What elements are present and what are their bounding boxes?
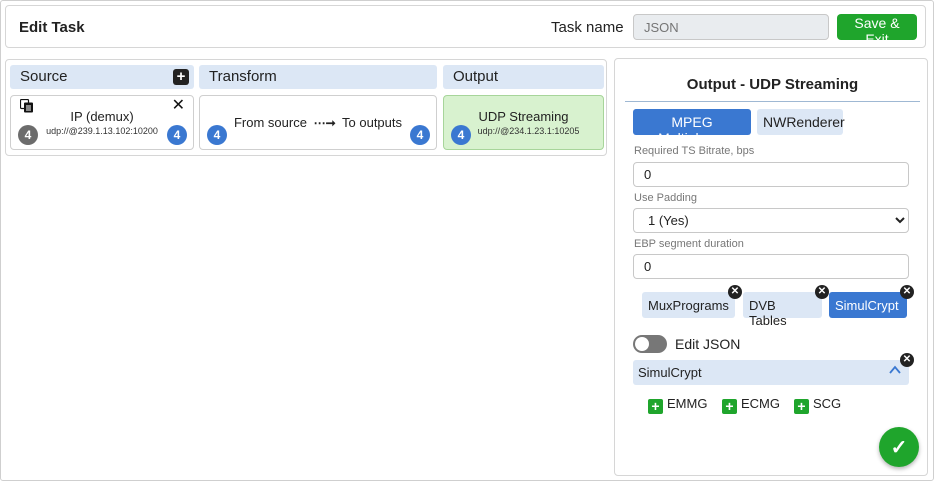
- remove-chip-icon[interactable]: ✕: [815, 285, 829, 299]
- source-column-header: Source +: [10, 65, 194, 89]
- chip-dvb-tables[interactable]: DVB Tables ✕: [743, 285, 829, 328]
- chevron-up-icon[interactable]: [889, 363, 901, 377]
- dotted-arrow-icon: ⋯➞: [313, 116, 336, 130]
- tab-mpeg-multiplexer[interactable]: MPEG Multiplexer: [633, 109, 751, 146]
- transform-flow: From source ⋯➞ To outputs: [200, 115, 436, 130]
- output-left-badge: 4: [451, 125, 471, 145]
- bitrate-input[interactable]: [633, 162, 909, 187]
- simulcrypt-accordion-header[interactable]: SimulCrypt: [633, 360, 909, 385]
- remove-chip-icon[interactable]: ✕: [728, 285, 742, 299]
- output-settings-panel: Output - UDP Streaming MPEG Multiplexer …: [614, 58, 928, 476]
- page-title: Edit Task: [19, 19, 85, 36]
- pipeline-area: Source + Transform Output ✕ IP (demux) u…: [5, 59, 607, 156]
- accordion-title: SimulCrypt: [638, 365, 702, 380]
- edit-json-toggle[interactable]: [633, 335, 667, 353]
- source-left-badge: 4: [18, 125, 38, 145]
- toggle-knob: [635, 337, 649, 351]
- task-name-label: Task name: [551, 19, 624, 36]
- panel-title: Output - UDP Streaming: [625, 76, 920, 102]
- edit-json-label: Edit JSON: [675, 336, 741, 352]
- chip-label: SimulCrypt: [835, 298, 899, 313]
- chip-label: MuxPrograms: [648, 298, 729, 313]
- source-card[interactable]: ✕ IP (demux) udp://@239.1.13.102:10200 4…: [10, 95, 194, 150]
- output-name: UDP Streaming: [478, 109, 569, 124]
- chip-simulcrypt[interactable]: SimulCrypt ✕: [829, 285, 914, 318]
- header-bar: Edit Task Task name Save & Exit: [5, 5, 926, 48]
- task-name-input[interactable]: [633, 14, 829, 40]
- add-scg-label: SCG: [813, 396, 842, 411]
- source-name: IP (demux): [70, 109, 134, 124]
- chip-muxprograms[interactable]: MuxPrograms ✕: [642, 285, 742, 318]
- confirm-button[interactable]: ✓: [879, 427, 919, 467]
- padding-label: Use Padding: [634, 192, 697, 204]
- add-ecmg-label: ECMG: [741, 396, 780, 411]
- bitrate-label: Required TS Bitrate, bps: [634, 145, 755, 157]
- output-heading: Output: [453, 68, 499, 85]
- save-exit-button[interactable]: Save & Exit: [837, 14, 917, 47]
- output-column-header: Output: [443, 65, 604, 89]
- remove-chip-icon[interactable]: ✕: [900, 285, 914, 299]
- plus-icon: +: [648, 399, 663, 414]
- from-source-text: From source: [233, 115, 307, 130]
- plus-icon: +: [722, 399, 737, 414]
- add-source-icon[interactable]: +: [173, 69, 189, 85]
- transform-heading: Transform: [209, 68, 277, 85]
- add-emmg-button[interactable]: + EMMG: [648, 396, 707, 414]
- chip-label: DVB Tables: [749, 298, 787, 328]
- remove-simulcrypt-icon[interactable]: ✕: [900, 353, 914, 367]
- ebp-label: EBP segment duration: [634, 238, 744, 250]
- plus-icon: +: [794, 399, 809, 414]
- source-address: udp://@239.1.13.102:10200: [46, 126, 158, 136]
- padding-select[interactable]: 1 (Yes): [633, 208, 909, 233]
- ebp-input[interactable]: [633, 254, 909, 279]
- source-right-badge: 4: [167, 125, 187, 145]
- to-outputs-text: To outputs: [342, 115, 403, 130]
- output-card[interactable]: UDP Streaming udp://@234.1.23.1:10205 4: [443, 95, 604, 150]
- transform-card[interactable]: From source ⋯➞ To outputs 4 4: [199, 95, 437, 150]
- source-heading: Source: [20, 68, 68, 85]
- add-emmg-label: EMMG: [667, 396, 708, 411]
- add-scg-button[interactable]: + SCG: [794, 396, 841, 414]
- transform-right-badge: 4: [410, 125, 430, 145]
- transform-left-badge: 4: [207, 125, 227, 145]
- tab-nwrenderer[interactable]: NWRenderer: [757, 109, 845, 135]
- add-ecmg-button[interactable]: + ECMG: [722, 396, 780, 414]
- transform-column-header: Transform: [199, 65, 437, 89]
